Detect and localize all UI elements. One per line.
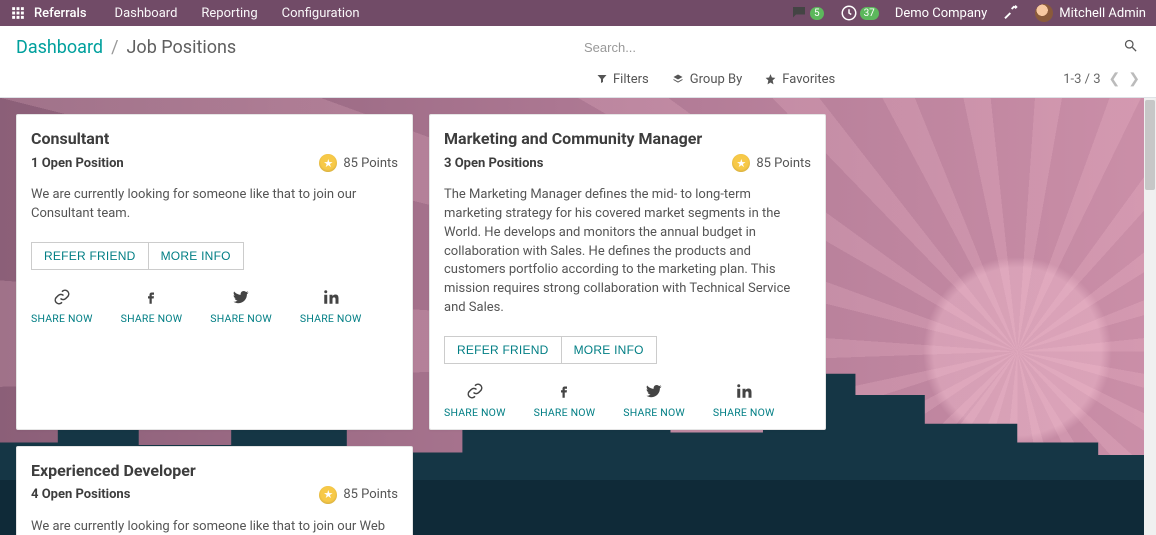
open-positions: 4 Open Positions [31,487,130,502]
points-badge: ★ 85 Points [732,154,811,172]
menu-configuration[interactable]: Configuration [282,6,360,21]
open-positions: 1 Open Position [31,156,124,171]
points-badge: ★ 85 Points [319,154,398,172]
filters-label: Filters [613,72,649,87]
top-navbar: Referrals Dashboard Reporting Configurat… [0,0,1156,26]
facebook-icon [142,286,160,308]
search-options: Filters Group By Favorites [596,72,835,87]
refer-friend-button[interactable]: REFER FRIEND [444,336,562,364]
star-badge-icon: ★ [319,486,337,504]
breadcrumb-sep: / [111,37,118,58]
control-panel: Dashboard / Job Positions Filters Group … [0,26,1156,98]
facebook-icon [555,380,573,402]
avatar [1035,4,1053,22]
share-link[interactable]: SHARE NOW [31,286,93,325]
points-badge: ★ 85 Points [319,486,398,504]
search-icon[interactable] [1123,38,1138,57]
job-card: Experienced Developer 4 Open Positions ★… [16,446,413,535]
share-label: SHARE NOW [300,312,362,325]
activities-count: 37 [860,7,879,20]
share-row: SHARE NOW SHARE NOW SHARE NOW SHARE NOW [444,374,811,419]
more-info-button[interactable]: MORE INFO [562,336,657,364]
content-area: Consultant 1 Open Position ★ 85 Points W… [0,98,1156,535]
pager-prev[interactable]: ❮ [1109,71,1121,87]
points-text: 85 Points [343,156,398,171]
filters-button[interactable]: Filters [596,72,649,87]
open-positions: 3 Open Positions [444,156,543,171]
apps-icon[interactable] [10,5,26,21]
share-linkedin[interactable]: SHARE NOW [713,380,775,419]
favorites-button[interactable]: Favorites [764,72,835,87]
share-twitter[interactable]: SHARE NOW [623,380,685,419]
action-buttons: REFER FRIEND MORE INFO [31,242,398,270]
user-menu[interactable]: Mitchell Admin [1035,4,1146,22]
star-badge-icon: ★ [732,154,750,172]
share-linkedin[interactable]: SHARE NOW [300,286,362,325]
messages-count: 5 [810,7,824,20]
linkedin-icon [735,380,753,402]
share-link[interactable]: SHARE NOW [444,380,506,419]
share-twitter[interactable]: SHARE NOW [210,286,272,325]
share-row: SHARE NOW SHARE NOW SHARE NOW SHARE NOW [31,280,398,325]
twitter-icon [645,380,663,402]
twitter-icon [232,286,250,308]
more-info-button[interactable]: MORE INFO [149,242,244,270]
linkedin-icon [322,286,340,308]
scrollbar[interactable] [1144,98,1156,535]
points-text: 85 Points [756,156,811,171]
breadcrumb-dashboard[interactable]: Dashboard [16,37,103,58]
share-facebook[interactable]: SHARE NOW [121,286,183,325]
search-input[interactable] [580,36,1140,59]
chat-icon [790,4,808,22]
job-description: We are currently looking for someone lik… [31,518,398,535]
scrollbar-thumb[interactable] [1145,100,1155,190]
job-title: Experienced Developer [31,461,398,480]
groupby-button[interactable]: Group By [671,72,743,87]
pager-text: 1-3 / 3 [1063,72,1100,87]
user-name: Mitchell Admin [1059,6,1146,21]
share-label: SHARE NOW [210,312,272,325]
star-badge-icon: ★ [319,154,337,172]
search-box[interactable] [580,36,1140,59]
pager: 1-3 / 3 ❮ ❯ [1063,71,1140,87]
breadcrumb-current: Job Positions [127,37,237,58]
share-label: SHARE NOW [713,406,775,419]
share-label: SHARE NOW [444,406,506,419]
messages-indicator[interactable]: 5 [790,4,824,22]
action-buttons: REFER FRIEND MORE INFO [444,336,811,364]
job-title: Marketing and Community Manager [444,129,811,148]
main-menu: Dashboard Reporting Configuration [115,6,360,21]
share-label: SHARE NOW [121,312,183,325]
job-card: Marketing and Community Manager 3 Open P… [429,114,826,430]
share-label: SHARE NOW [534,406,596,419]
pager-next[interactable]: ❯ [1128,71,1140,87]
groupby-label: Group By [690,72,743,87]
menu-reporting[interactable]: Reporting [201,6,257,21]
share-facebook[interactable]: SHARE NOW [534,380,596,419]
layers-icon [671,73,685,85]
job-description: We are currently looking for someone lik… [31,186,398,224]
link-icon [53,286,71,308]
activities-indicator[interactable]: 37 [840,4,879,22]
favorites-label: Favorites [782,72,835,87]
star-icon [764,73,777,86]
clock-icon [840,4,858,22]
job-card: Consultant 1 Open Position ★ 85 Points W… [16,114,413,430]
app-brand[interactable]: Referrals [34,6,87,21]
menu-dashboard[interactable]: Dashboard [115,6,178,21]
points-text: 85 Points [343,487,398,502]
share-label: SHARE NOW [623,406,685,419]
refer-friend-button[interactable]: REFER FRIEND [31,242,149,270]
job-title: Consultant [31,129,398,148]
share-label: SHARE NOW [31,312,93,325]
breadcrumb: Dashboard / Job Positions [16,37,236,58]
company-switcher[interactable]: Demo Company [895,6,987,21]
developer-tools-icon[interactable] [1003,3,1019,23]
funnel-icon [596,73,608,85]
link-icon [466,380,484,402]
job-cards-grid: Consultant 1 Open Position ★ 85 Points W… [0,98,850,535]
job-description: The Marketing Manager defines the mid- t… [444,186,811,318]
